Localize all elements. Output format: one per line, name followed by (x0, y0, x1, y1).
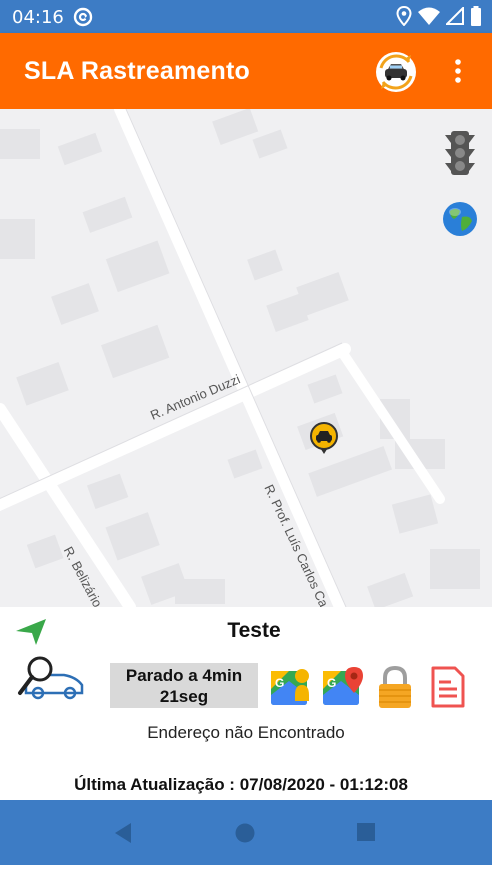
status-time: 04:16 (12, 7, 64, 28)
app-title: SLA Rastreamento (24, 57, 250, 85)
system-nav-bar (0, 800, 492, 865)
action-buttons: G G (269, 665, 469, 709)
street-view-icon[interactable]: G (269, 665, 313, 709)
back-icon[interactable] (113, 822, 133, 844)
more-vert-icon[interactable] (445, 57, 471, 87)
recents-icon[interactable] (356, 822, 376, 842)
svg-text:G: G (327, 676, 336, 690)
wifi-icon (418, 7, 440, 25)
battery-icon (471, 6, 481, 26)
lock-icon[interactable] (373, 665, 417, 709)
status-line-1: Parado a 4min (125, 666, 243, 685)
status-line-2: 21seg (159, 687, 209, 706)
refresh-vehicle-icon[interactable] (373, 50, 419, 94)
map-view[interactable]: R. Antonio Duzzi R. Prof. Luís Carlos Ca… (0, 109, 492, 607)
cell-signal-icon (446, 7, 464, 25)
vehicle-status: Parado a 4min 21seg (110, 663, 258, 708)
status-bar: 04:16 (0, 0, 492, 33)
globe-icon[interactable] (442, 201, 478, 237)
home-icon[interactable] (234, 822, 256, 844)
vehicle-name: Teste (227, 619, 281, 642)
vehicle-info-panel: Teste Parado a 4min 21seg G G Endereço n… (0, 607, 492, 800)
svg-text:G: G (275, 676, 284, 690)
car-marker-icon[interactable] (309, 421, 339, 455)
signal-icon-at (73, 7, 93, 27)
vehicle-address: Endereço não Encontrado (147, 723, 345, 742)
report-icon[interactable] (425, 665, 469, 709)
google-maps-icon[interactable]: G (321, 665, 365, 709)
last-update: Última Atualização : 07/08/2020 - 01:12:… (74, 775, 408, 794)
traffic-light-icon[interactable] (443, 129, 477, 177)
location-icon (396, 6, 412, 26)
map-canvas (0, 109, 480, 607)
sla-logo (18, 656, 84, 700)
app-bar: SLA Rastreamento (0, 33, 492, 109)
